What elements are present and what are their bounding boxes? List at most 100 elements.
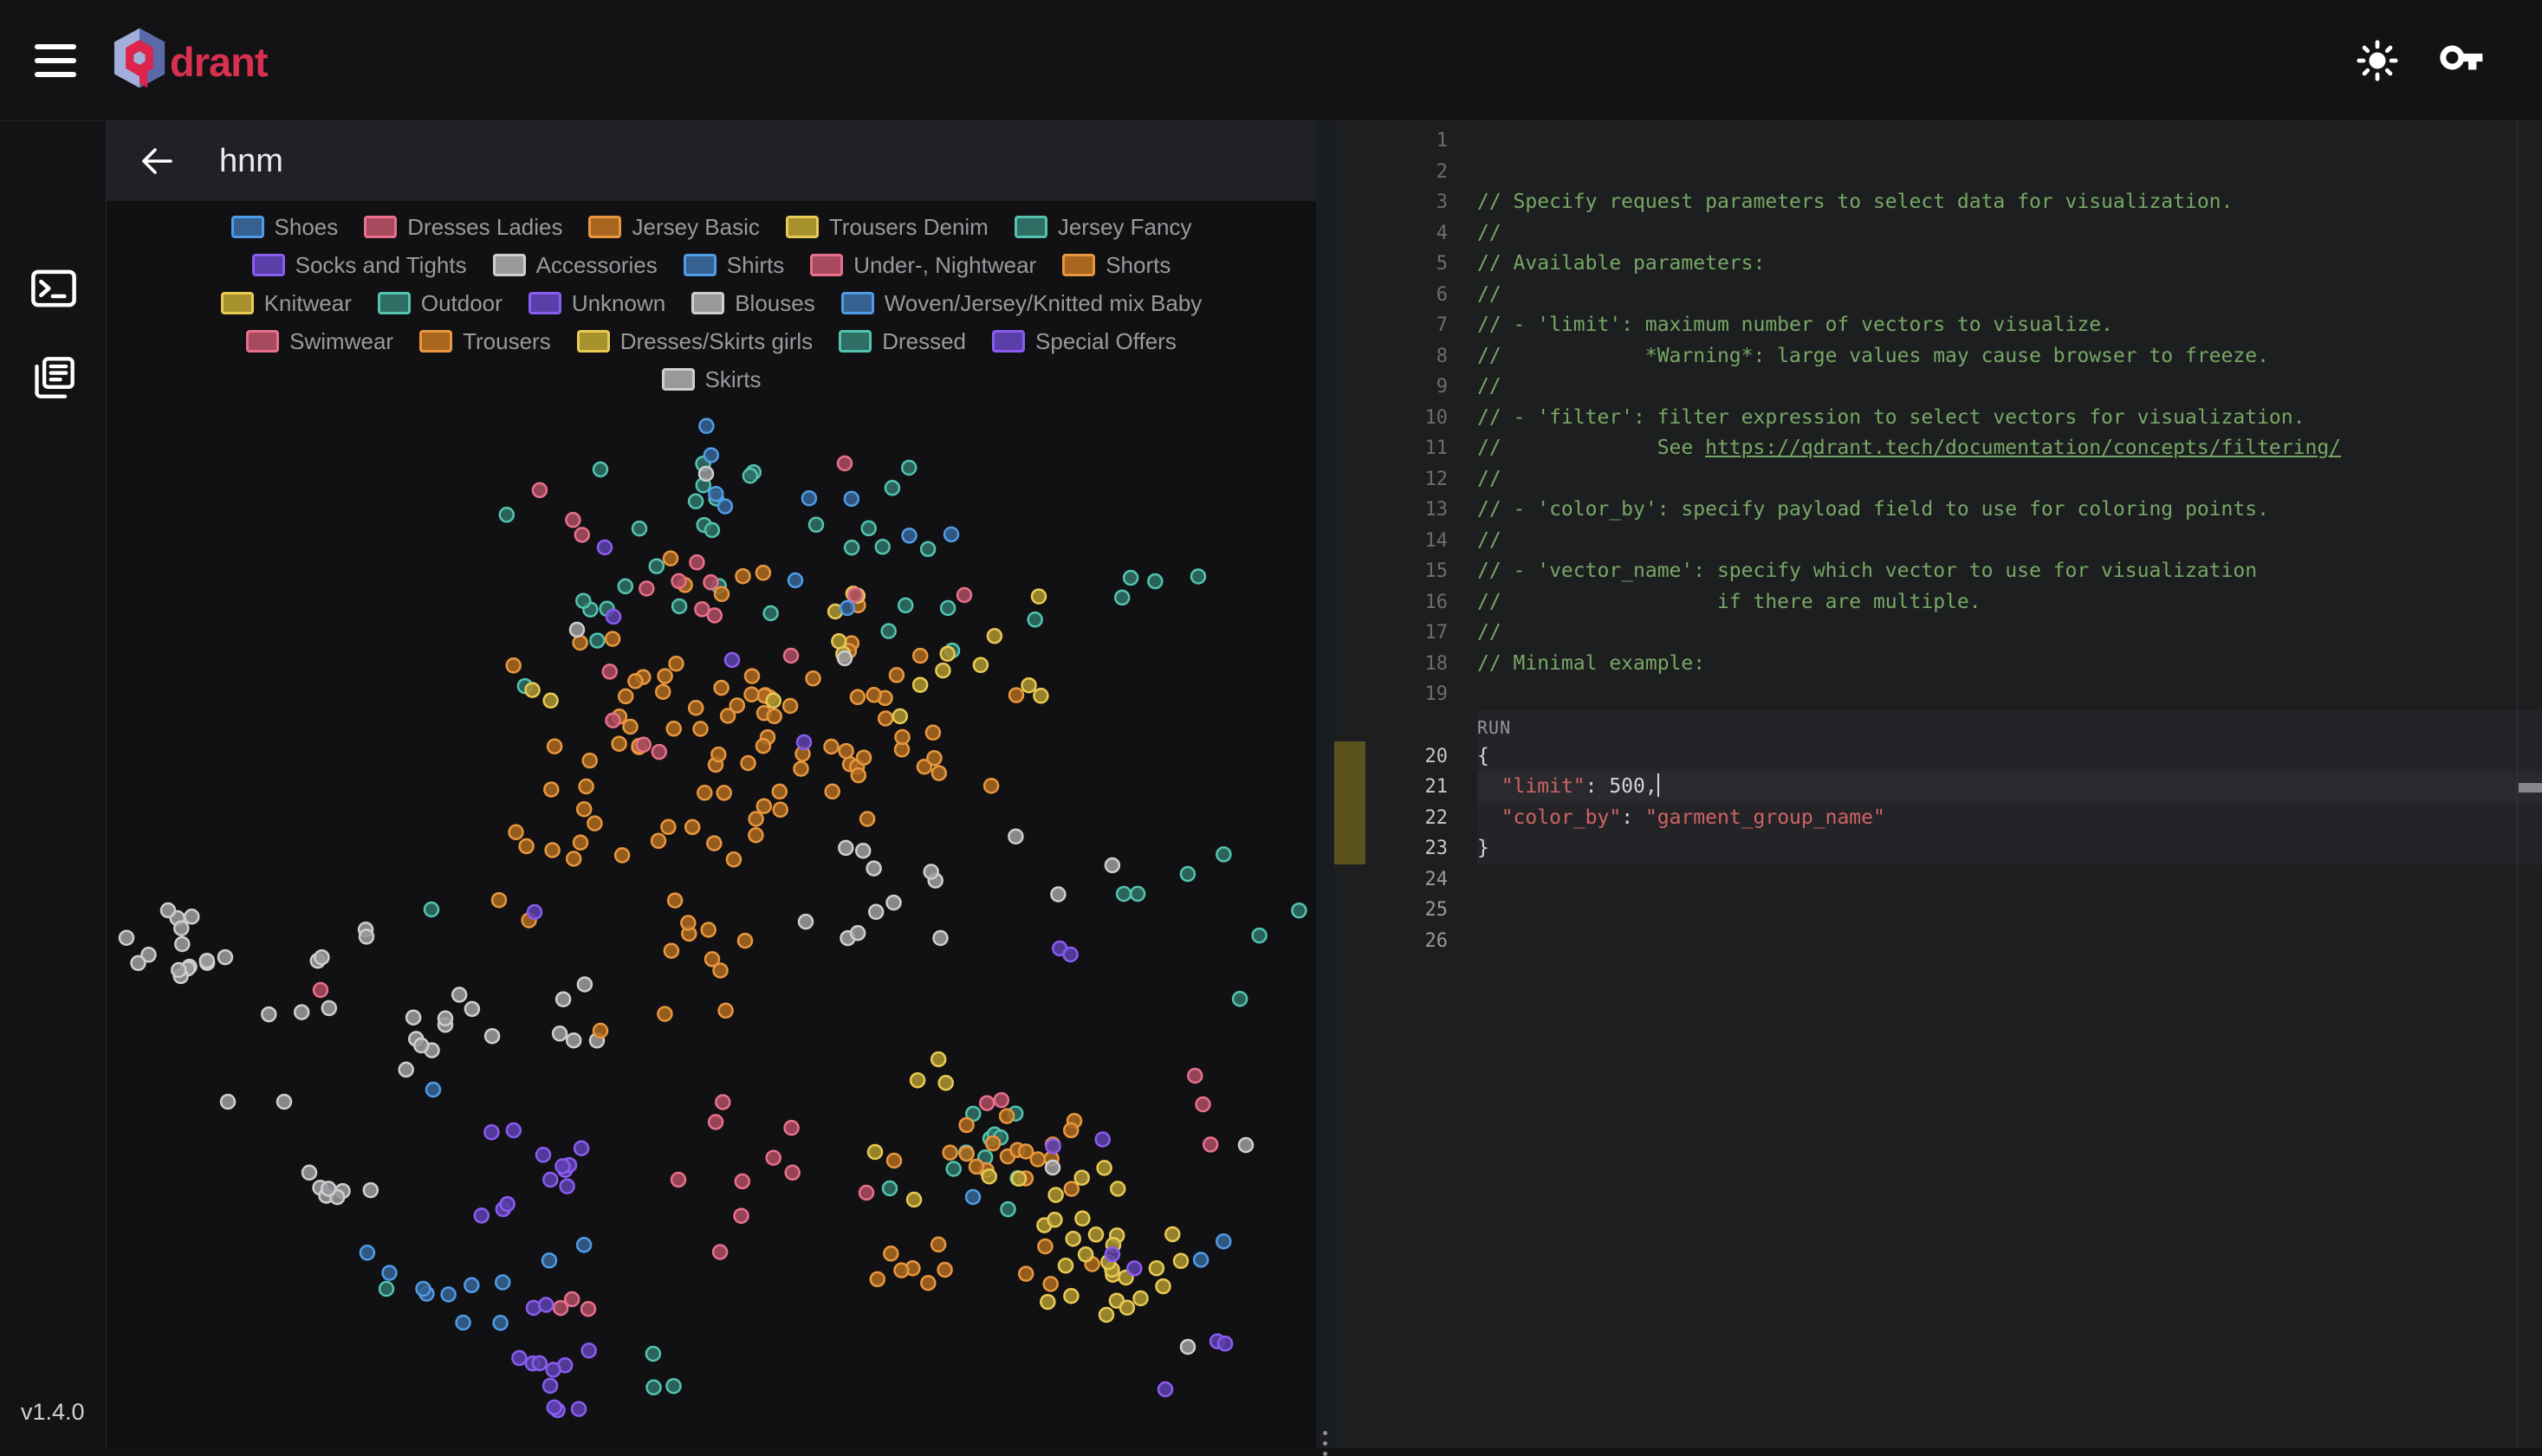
- scatter-point[interactable]: [1064, 1289, 1078, 1303]
- scatter-point[interactable]: [647, 1381, 661, 1395]
- scatter-point[interactable]: [1064, 1123, 1078, 1137]
- scatter-point[interactable]: [587, 817, 601, 831]
- scatter-point[interactable]: [887, 1154, 901, 1168]
- menu-icon[interactable]: [35, 41, 76, 81]
- editor-line[interactable]: 3// Specify request parameters to select…: [1333, 187, 2517, 218]
- scatter-point[interactable]: [931, 1052, 945, 1066]
- scatter-point[interactable]: [406, 1011, 420, 1025]
- editor-line[interactable]: 15// - 'vector_name': specify which vect…: [1333, 556, 2517, 587]
- scatter-point[interactable]: [542, 1253, 556, 1267]
- scatter-point[interactable]: [862, 521, 876, 535]
- scatter-point[interactable]: [414, 1039, 428, 1052]
- scatter-point[interactable]: [1002, 1202, 1015, 1216]
- scatter-point[interactable]: [1148, 574, 1162, 588]
- scatter-point[interactable]: [438, 1012, 452, 1026]
- scatter-point[interactable]: [593, 463, 607, 476]
- scatter-point[interactable]: [1098, 1161, 1112, 1175]
- scatter-point[interactable]: [1216, 847, 1230, 861]
- scatter-point[interactable]: [1075, 1171, 1089, 1185]
- scatter-point[interactable]: [689, 495, 703, 508]
- scatter-point[interactable]: [379, 1282, 393, 1296]
- scatter-point[interactable]: [756, 739, 770, 753]
- editor-line[interactable]: 25: [1333, 895, 2517, 926]
- scatter-point[interactable]: [896, 730, 910, 744]
- editor-line[interactable]: 23}: [1333, 833, 2517, 864]
- scatter-point[interactable]: [1239, 1138, 1253, 1152]
- scatter-point[interactable]: [825, 740, 839, 754]
- scatter-point[interactable]: [960, 1147, 974, 1161]
- scatter-point[interactable]: [1191, 570, 1205, 584]
- scatter-point[interactable]: [859, 1186, 873, 1200]
- scatter-point[interactable]: [911, 1073, 924, 1087]
- scatter-point[interactable]: [774, 803, 788, 817]
- legend-item[interactable]: Trousers: [419, 328, 551, 355]
- scatter-point[interactable]: [1046, 1161, 1060, 1175]
- scatter-point[interactable]: [646, 1347, 660, 1361]
- scatter-point[interactable]: [807, 671, 820, 685]
- scatter-point[interactable]: [161, 903, 175, 917]
- legend-item[interactable]: Dressed: [839, 328, 966, 355]
- scatter-point[interactable]: [697, 786, 711, 799]
- scatter-point[interactable]: [995, 1093, 1008, 1107]
- scatter-point[interactable]: [742, 756, 755, 770]
- scatter-point[interactable]: [1096, 1133, 1110, 1147]
- scatter-point[interactable]: [658, 1007, 671, 1021]
- scatter-point[interactable]: [699, 419, 713, 433]
- scatter-point[interactable]: [1253, 929, 1267, 942]
- scatter-point[interactable]: [1134, 1291, 1148, 1305]
- scatter-point[interactable]: [1111, 1182, 1125, 1196]
- editor-line[interactable]: 8// *Warning*: large values may cause br…: [1333, 341, 2517, 372]
- scatter-point[interactable]: [606, 610, 620, 624]
- scatter-point[interactable]: [603, 664, 617, 678]
- scatter-point[interactable]: [730, 699, 744, 713]
- scatter-point[interactable]: [907, 1193, 921, 1207]
- scatter-point[interactable]: [1117, 887, 1131, 901]
- scatter-point[interactable]: [658, 670, 672, 683]
- scatter-point[interactable]: [1188, 1069, 1202, 1083]
- editor-line[interactable]: 10// - 'filter': filter expression to se…: [1333, 403, 2517, 434]
- scatter-point[interactable]: [944, 1146, 957, 1160]
- scatter-point[interactable]: [984, 779, 998, 793]
- scatter-point[interactable]: [1292, 903, 1306, 917]
- scatter-point[interactable]: [1115, 591, 1129, 605]
- scatter-point[interactable]: [980, 1097, 994, 1110]
- scatter-point[interactable]: [685, 820, 699, 834]
- scatter-point[interactable]: [1099, 1308, 1113, 1322]
- editor-line[interactable]: 6//: [1333, 280, 2517, 311]
- scatter-point[interactable]: [574, 836, 587, 850]
- scatter-point[interactable]: [784, 649, 798, 663]
- editor-line[interactable]: 26: [1333, 926, 2517, 957]
- scatter-point[interactable]: [749, 828, 762, 842]
- scatter-point[interactable]: [921, 1276, 935, 1290]
- scatter-point[interactable]: [548, 740, 561, 754]
- scatter-point[interactable]: [576, 594, 590, 608]
- scatter-point[interactable]: [941, 601, 955, 615]
- scatter-point[interactable]: [1019, 1267, 1033, 1281]
- scatter-point[interactable]: [544, 783, 558, 797]
- scatter-point[interactable]: [580, 780, 593, 793]
- editor-line[interactable]: 19: [1333, 679, 2517, 710]
- scatter-point[interactable]: [838, 651, 852, 665]
- scatter-point[interactable]: [705, 952, 719, 966]
- scatter-point[interactable]: [749, 812, 763, 826]
- scatter-point[interactable]: [661, 820, 675, 834]
- editor-overview-ruler[interactable]: [2517, 121, 2542, 1448]
- scatter-point[interactable]: [200, 954, 214, 967]
- scatter-point[interactable]: [1034, 689, 1047, 702]
- scatter-point[interactable]: [1181, 1340, 1195, 1354]
- editor-line[interactable]: 9//: [1333, 372, 2517, 403]
- editor-line[interactable]: 18// Minimal example:: [1333, 649, 2517, 680]
- scatter-point[interactable]: [570, 623, 584, 637]
- scatter-point[interactable]: [174, 922, 188, 935]
- scatter-point[interactable]: [876, 540, 890, 553]
- scatter-point[interactable]: [757, 799, 771, 813]
- scatter-point[interactable]: [725, 653, 739, 667]
- scatter-point[interactable]: [735, 1209, 749, 1223]
- scatter-point[interactable]: [624, 720, 638, 734]
- scatter-point[interactable]: [809, 518, 823, 532]
- scatter-point[interactable]: [1174, 1254, 1188, 1268]
- scatter-point[interactable]: [856, 844, 870, 857]
- legend-item[interactable]: Accessories: [493, 252, 658, 279]
- scatter-point[interactable]: [1165, 1227, 1179, 1241]
- scatter-point[interactable]: [175, 937, 189, 951]
